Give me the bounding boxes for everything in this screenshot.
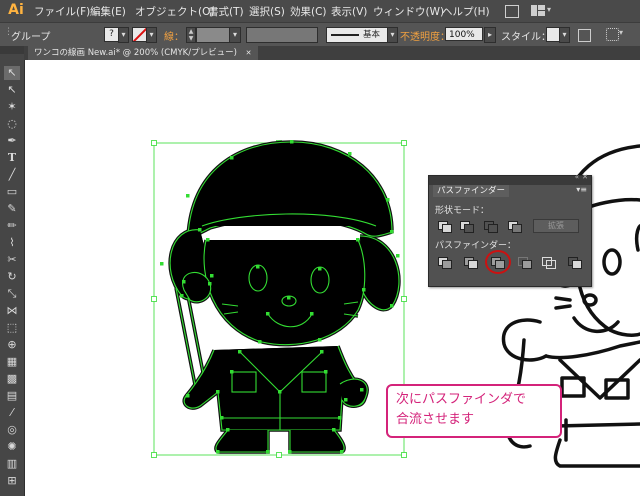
menu-help[interactable]: ヘルプ(H) [442, 4, 490, 19]
brush-definition[interactable]: 基本 [326, 27, 388, 43]
app-logo: Ai [8, 2, 24, 18]
menu-type[interactable]: 書式(T) [208, 4, 244, 19]
tools-panel: ↖ ↖ ✶ ◌ ✒ T ╱ ▭ ✎ ✏ ⌇ ✂ ↻ ⤡ ⋈ ⬚ ⊕ ▦ ▩ ▤ … [0, 46, 25, 496]
menu-object[interactable]: オブジェクト(O) [135, 4, 214, 19]
arrange-documents-icon[interactable] [531, 5, 545, 16]
rotate-tool-icon[interactable]: ↻ [4, 270, 20, 284]
free-transform-tool-icon[interactable]: ⬚ [4, 321, 20, 335]
brush-definition-label: 基本 [363, 30, 381, 40]
chevron-down-icon[interactable]: ▾ [619, 28, 623, 37]
callout-line-1: 次にパスファインダで [396, 392, 527, 407]
graphic-style-swatch[interactable] [546, 27, 560, 42]
chevron-down-icon[interactable]: ▾ [547, 5, 551, 14]
direct-selection-tool-icon[interactable]: ↖ [4, 83, 20, 97]
magic-wand-tool-icon[interactable]: ✶ [4, 100, 20, 114]
menu-window[interactable]: ウィンドウ(W) [373, 4, 444, 19]
selection-type-label: グループ [11, 32, 51, 43]
width-tool-icon[interactable]: ⋈ [4, 304, 20, 318]
scale-tool-icon[interactable]: ⤡ [4, 287, 20, 301]
minus-back-icon[interactable] [567, 256, 582, 269]
shape-modes-label: 形状モード： [435, 206, 490, 216]
pathfinder-panel: « ✕ パスファインダー ▾≡ 形状モード： 拡張 パスファインダー： [428, 173, 592, 287]
close-icon[interactable]: ✕ [246, 49, 252, 57]
document-tab[interactable]: ワンコの線画 New.ai* @ 200% (CMYK/プレビュー) ✕ [28, 46, 258, 60]
crop-icon[interactable] [517, 256, 532, 269]
align-options-icon[interactable] [606, 28, 619, 41]
menu-edit[interactable]: 編集(E) [90, 4, 126, 19]
type-tool-icon[interactable]: T [4, 151, 20, 165]
paintbrush-tool-icon[interactable]: ✎ [4, 202, 20, 216]
recolor-artwork-icon[interactable] [578, 29, 591, 42]
stroke-dropdown[interactable]: ▾ [146, 27, 157, 43]
tools-panel-header [0, 46, 24, 54]
menu-view[interactable]: 表示(V) [331, 4, 367, 19]
style-label: スタイル： [501, 32, 551, 43]
stroke-swatch[interactable] [132, 27, 147, 42]
menu-effect[interactable]: 効果(C) [290, 4, 327, 19]
mesh-tool-icon[interactable]: ▩ [4, 372, 20, 386]
pen-tool-icon[interactable]: ✒ [4, 134, 20, 148]
close-icon[interactable]: ✕ [582, 173, 588, 181]
blend-tool-icon[interactable]: ◎ [4, 423, 20, 437]
shape-builder-tool-icon[interactable]: ⊕ [4, 338, 20, 352]
pathfinder-panel-titlebar[interactable]: « ✕ [429, 173, 591, 185]
outline-icon[interactable] [541, 256, 556, 269]
menu-file[interactable]: ファイル(F) [34, 4, 90, 19]
divide-icon[interactable] [437, 256, 452, 269]
eyedropper-tool-icon[interactable]: ⁄ [4, 406, 20, 420]
merge-highlight-circle [485, 250, 511, 274]
fill-dropdown[interactable]: ▾ [118, 27, 129, 43]
trim-icon[interactable] [463, 256, 478, 269]
menu-bar: Ai ファイル(F) 編集(E) オブジェクト(O) 書式(T) 選択(S) 効… [0, 0, 640, 22]
opacity-dropdown[interactable]: ▸ [484, 27, 496, 43]
perspective-grid-tool-icon[interactable]: ▦ [4, 355, 20, 369]
stroke-weight-dropdown[interactable]: ▾ [229, 27, 241, 43]
panel-menu-icon[interactable]: ▾≡ [576, 185, 587, 194]
instruction-callout: 次にパスファインダで 合流させます [386, 384, 562, 438]
symbol-sprayer-tool-icon[interactable]: ✺ [4, 440, 20, 454]
opacity-label: 不透明度： [400, 32, 450, 43]
collapse-icon[interactable]: « [575, 173, 579, 181]
stroke-weight-label: 線： [164, 32, 184, 43]
variable-width-profile[interactable] [246, 27, 318, 43]
document-tab-title: ワンコの線画 New.ai* @ 200% (CMYK/プレビュー) [34, 48, 237, 58]
scissors-tool-icon[interactable]: ✂ [4, 253, 20, 267]
blob-brush-tool-icon[interactable]: ⌇ [4, 236, 20, 250]
callout-line-2: 合流させます [396, 412, 475, 427]
minus-front-icon[interactable] [459, 220, 474, 233]
column-graph-tool-icon[interactable]: ▥ [4, 457, 20, 471]
fill-swatch[interactable]: ? [104, 27, 119, 42]
unite-icon[interactable] [437, 220, 452, 233]
pathfinder-tab[interactable]: パスファインダー [433, 185, 510, 197]
graphic-style-dropdown[interactable]: ▾ [559, 27, 570, 43]
control-bar: ⋮ グループ ? ▾ ▾ 線： ▲ ▼ ▾ 基本 ▾ 不透明度： 100% ▸ ス… [0, 22, 640, 48]
pathfinders-label: パスファインダー： [435, 241, 517, 251]
stroke-weight-input[interactable] [196, 27, 230, 43]
intersect-icon[interactable] [483, 220, 498, 233]
lasso-tool-icon[interactable]: ◌ [4, 117, 20, 131]
document-tab-bar: ワンコの線画 New.ai* @ 200% (CMYK/プレビュー) ✕ [24, 46, 640, 60]
line-tool-icon[interactable]: ╱ [4, 168, 20, 182]
stroke-weight-stepper[interactable]: ▲ ▼ [186, 27, 196, 43]
selection-tool-icon[interactable]: ↖ [4, 66, 20, 80]
rectangle-tool-icon[interactable]: ▭ [4, 185, 20, 199]
gradient-tool-icon[interactable]: ▤ [4, 389, 20, 403]
exclude-icon[interactable] [507, 220, 522, 233]
menu-select[interactable]: 選択(S) [249, 4, 285, 19]
expand-button[interactable]: 拡張 [533, 219, 579, 233]
pencil-tool-icon[interactable]: ✏ [4, 219, 20, 233]
artboard-tool-icon[interactable]: ⊞ [4, 474, 20, 488]
opacity-input[interactable]: 100% [445, 27, 483, 41]
bridge-icon[interactable] [505, 5, 519, 18]
brush-dropdown[interactable]: ▾ [387, 27, 398, 43]
